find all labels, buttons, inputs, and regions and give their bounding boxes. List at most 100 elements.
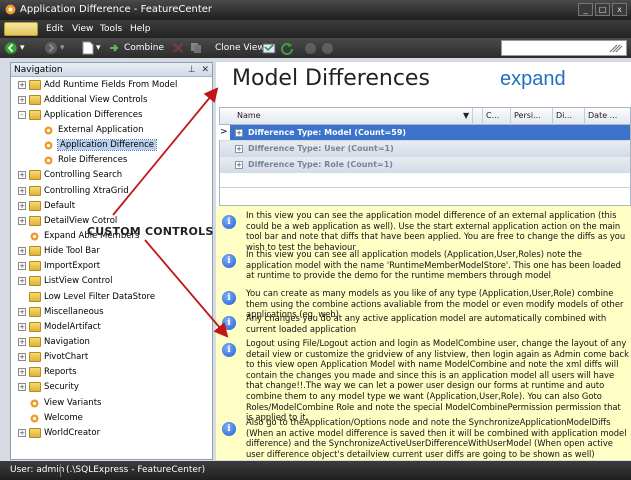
expand-icon[interactable]: + xyxy=(18,337,26,346)
expand-icon[interactable]: + xyxy=(18,368,26,377)
nav-item-label: Hide Tool Bar xyxy=(44,246,100,257)
expand-group-icon[interactable]: + xyxy=(235,145,243,153)
expand-icon[interactable]: + xyxy=(18,171,26,180)
nav-item-label: Default xyxy=(44,200,76,211)
expand-icon[interactable]: + xyxy=(18,216,26,225)
clear-search-icon[interactable] xyxy=(609,43,623,53)
nav-item[interactable]: + Reports xyxy=(11,365,212,380)
delete-button[interactable] xyxy=(172,41,184,55)
group-row-user[interactable]: + Difference Type: User (Count=1) xyxy=(220,141,630,157)
nav-item-label: View Variants xyxy=(44,397,102,408)
gear-icon xyxy=(43,155,55,165)
nav-item[interactable]: - Application Differences xyxy=(11,107,212,122)
nav-item[interactable]: + Default xyxy=(11,198,212,213)
folder-icon xyxy=(29,215,41,226)
expand-icon[interactable]: + xyxy=(18,247,26,256)
refresh-button[interactable] xyxy=(280,41,294,55)
menu-edit[interactable]: Edit xyxy=(46,24,63,34)
search-input[interactable] xyxy=(501,40,627,56)
expand-icon[interactable]: + xyxy=(18,322,26,331)
menu-help[interactable]: Help xyxy=(130,24,151,34)
nav-item[interactable]: + ModelArtifact xyxy=(11,319,212,334)
expand-icon[interactable]: + xyxy=(18,80,26,89)
folder-icon xyxy=(29,94,41,105)
nav-item-label: Miscellaneous xyxy=(44,306,104,317)
nav-item-label: Role Differences xyxy=(58,155,128,166)
nav-item[interactable]: + Controlling XtraGrid xyxy=(11,183,212,198)
nav-item[interactable]: View Variants xyxy=(11,395,212,410)
close-panel-icon[interactable]: ✕ xyxy=(201,65,209,75)
folder-icon xyxy=(29,427,41,438)
collapse-icon[interactable]: - xyxy=(18,110,26,119)
nav-item[interactable]: + ImportExport xyxy=(11,259,212,274)
filter-icon[interactable]: ▼ xyxy=(463,111,469,120)
expand-group-icon[interactable]: + xyxy=(235,129,243,137)
back-button[interactable]: ▾ xyxy=(4,41,25,55)
folder-icon xyxy=(29,382,41,393)
nav-item[interactable]: Role Differences xyxy=(11,153,212,168)
group-row-role[interactable]: + Difference Type: Role (Count=1) xyxy=(220,157,630,173)
status-bar: User: admin (.\SQLExpress - FeatureCente… xyxy=(0,461,631,480)
expand-icon[interactable]: + xyxy=(18,383,26,392)
next-record-button[interactable] xyxy=(321,41,334,55)
column-header-c[interactable]: C... xyxy=(486,111,499,120)
folder-icon xyxy=(29,291,41,302)
minimize-button[interactable]: _ xyxy=(578,3,593,16)
menu-view[interactable]: View xyxy=(72,24,93,34)
expand-icon[interactable]: + xyxy=(18,262,26,271)
nav-item[interactable]: Welcome xyxy=(11,410,212,425)
pin-icon[interactable]: ⊥ xyxy=(188,65,196,75)
nav-item-label: Additional View Controls xyxy=(44,94,148,105)
info-icon: i xyxy=(222,215,236,229)
nav-item[interactable]: + Navigation xyxy=(11,334,212,349)
application-menu-button[interactable] xyxy=(4,22,38,36)
view-button[interactable] xyxy=(262,41,276,55)
nav-item[interactable]: + Additional View Controls xyxy=(11,92,212,107)
expand-icon[interactable]: + xyxy=(18,307,26,316)
nav-item[interactable]: External Application xyxy=(11,122,212,137)
column-header-name[interactable]: Name xyxy=(237,111,261,120)
expand-icon[interactable]: + xyxy=(18,95,26,104)
expand-icon[interactable]: + xyxy=(18,428,26,437)
nav-item[interactable]: Application Difference xyxy=(11,138,212,153)
column-header-disabled[interactable]: Di... xyxy=(556,111,572,120)
folder-icon xyxy=(29,170,41,181)
previous-record-button[interactable] xyxy=(304,41,317,55)
folder-icon xyxy=(29,336,41,347)
dropdown-arrow-icon: ▾ xyxy=(20,43,25,53)
new-button[interactable]: ▾ xyxy=(82,41,101,55)
expand-icon[interactable]: + xyxy=(18,353,26,362)
navigation-tree: + Add Runtime Fields From Model + Additiona… xyxy=(11,77,212,440)
copy-button[interactable] xyxy=(190,41,202,55)
nav-item[interactable]: + Add Runtime Fields From Model xyxy=(11,77,212,92)
nav-item[interactable]: + Security xyxy=(11,380,212,395)
combine-button[interactable]: Combine xyxy=(108,41,164,55)
nav-item[interactable]: + PivotChart xyxy=(11,350,212,365)
clone-view-button[interactable]: Clone View xyxy=(215,41,265,55)
expand-icon[interactable]: + xyxy=(18,277,26,286)
folder-icon xyxy=(29,79,41,90)
nav-item[interactable]: + Controlling Search xyxy=(11,168,212,183)
folder-icon xyxy=(29,185,41,196)
expand-icon[interactable]: + xyxy=(18,186,26,195)
folder-icon xyxy=(29,276,41,287)
nav-item[interactable]: + WorldCreator xyxy=(11,425,212,440)
menu-tools[interactable]: Tools xyxy=(100,24,122,34)
nav-item[interactable]: + Miscellaneous xyxy=(11,304,212,319)
close-button[interactable]: x xyxy=(612,3,627,16)
group-row-model[interactable]: > + Difference Type: Model (Count=59) xyxy=(218,125,630,141)
folder-icon xyxy=(29,261,41,272)
nav-item[interactable]: + Hide Tool Bar xyxy=(11,244,212,259)
nav-item[interactable]: + ListView Control xyxy=(11,274,212,289)
navigation-header: Navigation ⊥ ✕ xyxy=(11,63,212,77)
expand-icon[interactable]: + xyxy=(18,201,26,210)
title-bar: Application Difference - FeatureCenter _… xyxy=(0,0,631,20)
column-header-date[interactable]: Date ... xyxy=(588,111,617,120)
nav-item-label: Navigation xyxy=(44,336,90,347)
maximize-button[interactable]: □ xyxy=(595,3,610,16)
column-header-persistent[interactable]: Persi... xyxy=(514,111,541,120)
forward-button[interactable]: ▾ xyxy=(44,41,65,55)
nav-item[interactable]: Low Level Filter DataStore xyxy=(11,289,212,304)
expand-group-icon[interactable]: + xyxy=(235,161,243,169)
nav-item-label: ListView Control xyxy=(44,276,113,287)
